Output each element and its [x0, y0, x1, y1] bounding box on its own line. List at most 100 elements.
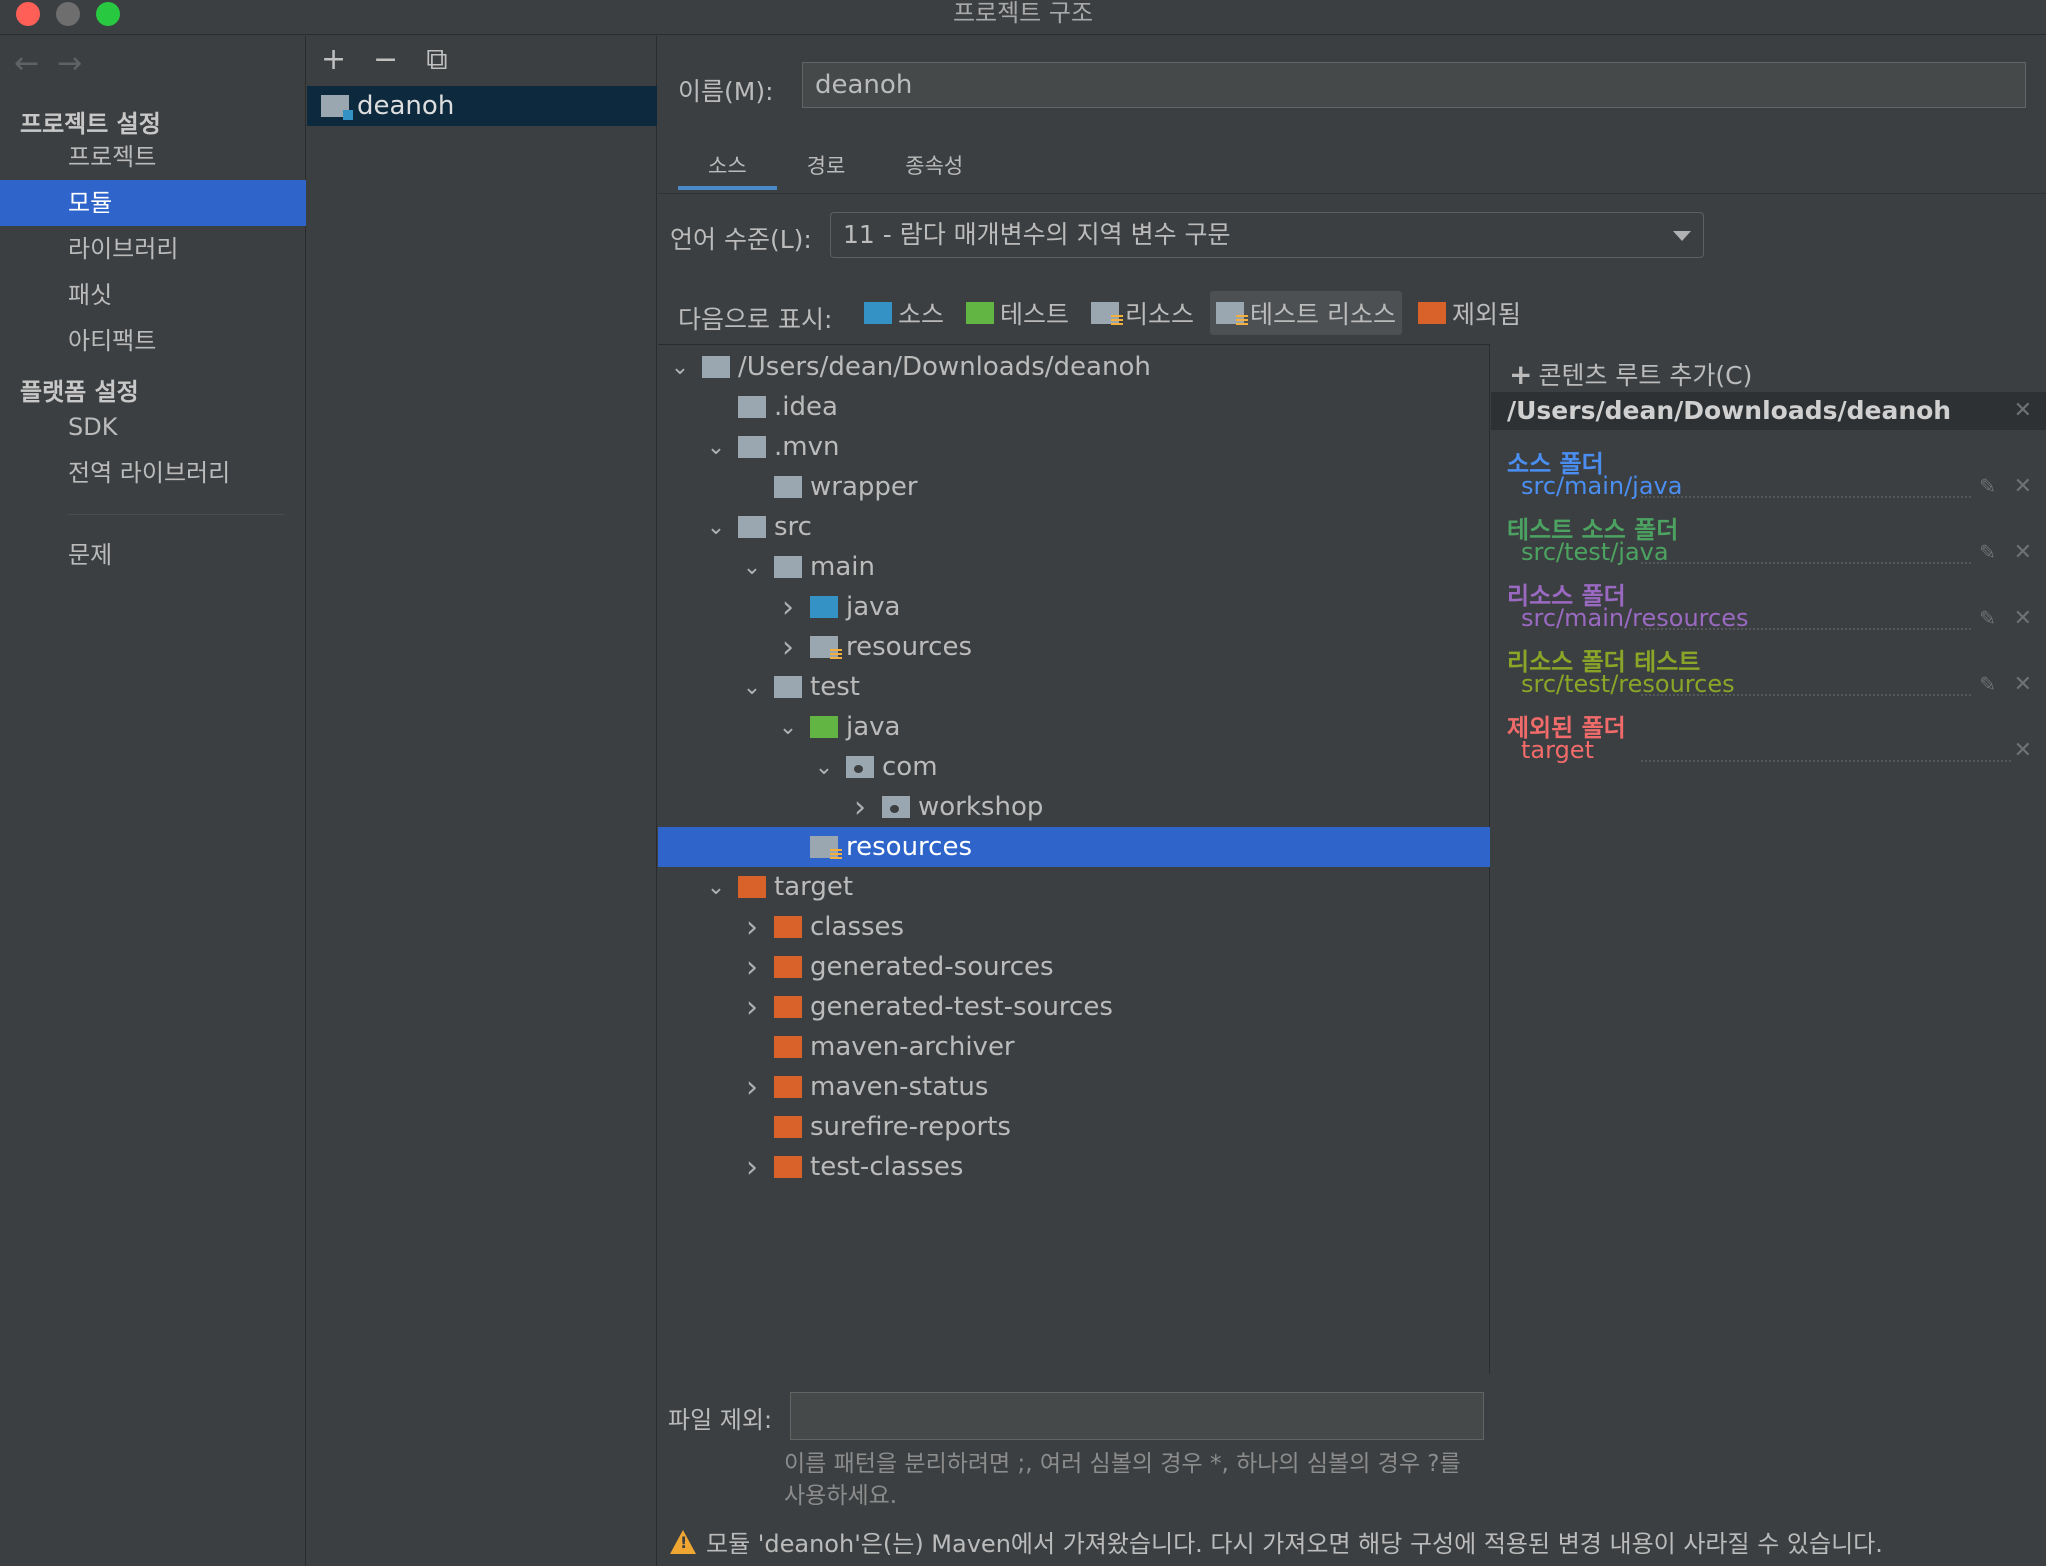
tree-node[interactable]: › classes — [658, 907, 1490, 947]
chevron-right-icon[interactable]: › — [846, 790, 874, 825]
tree-node[interactable]: › maven-status — [658, 1067, 1490, 1107]
module-settings-panel: 이름(M): deanoh 소스 경로 종속성 언어 수준(L): 11 - 람… — [658, 36, 2046, 1566]
remove-folder-icon[interactable]: ✕ — [2014, 606, 2032, 631]
content-root-path: /Users/dean/Downloads/deanoh — [1507, 396, 1952, 425]
module-item[interactable]: deanoh — [307, 86, 657, 126]
tree-node-label: classes — [810, 912, 905, 942]
tree-node[interactable]: surefire-reports — [658, 1107, 1490, 1147]
sidebar-item-libraries[interactable]: 라이브러리 — [0, 226, 306, 272]
sidebar-item-sdk[interactable]: SDK — [0, 404, 306, 450]
tree-node[interactable]: maven-archiver — [658, 1027, 1490, 1067]
chevron-down-icon[interactable]: ⌄ — [738, 675, 766, 700]
tab-paths[interactable]: 경로 — [777, 146, 876, 190]
dotted-leader — [1641, 496, 1971, 498]
add-content-root-button[interactable]: + 콘텐츠 루트 추가(C) — [1509, 356, 1752, 392]
tree-node[interactable]: › test-classes — [658, 1147, 1490, 1187]
sidebar-item-modules[interactable]: 모듈 — [0, 180, 306, 226]
mark-resources-button[interactable]: 리소스 — [1085, 291, 1200, 335]
edit-properties-icon[interactable]: ✎ — [1979, 672, 1996, 696]
module-name-input[interactable]: deanoh — [802, 62, 2026, 108]
tab-dependencies[interactable]: 종속성 — [875, 146, 993, 190]
tree-node-label: wrapper — [810, 472, 918, 502]
chevron-right-icon[interactable]: › — [738, 1070, 766, 1105]
chevron-down-icon[interactable]: ⌄ — [666, 355, 694, 380]
edit-properties-icon[interactable]: ✎ — [1979, 540, 1996, 564]
sidebar-item-problems[interactable]: 문제 — [0, 532, 306, 578]
folder-icon — [774, 676, 802, 698]
tree-node-label: resources — [846, 632, 973, 662]
chevron-right-icon[interactable]: › — [738, 910, 766, 945]
copy-module-icon[interactable]: ⧉ — [425, 42, 449, 82]
content-roots-panel: + 콘텐츠 루트 추가(C) /Users/dean/Downloads/dean… — [1491, 344, 2046, 1524]
exclude-files-input[interactable] — [790, 1392, 1484, 1440]
tree-node[interactable]: › java — [658, 587, 1490, 627]
chevron-right-icon[interactable]: › — [738, 950, 766, 985]
folder-icon — [702, 356, 730, 378]
tree-node-label: resources — [846, 832, 973, 862]
tree-node[interactable]: ⌄ .mvn — [658, 427, 1490, 467]
tree-node[interactable]: resources — [658, 827, 1490, 867]
chevron-down-icon[interactable]: ⌄ — [702, 435, 730, 460]
chevron-right-icon[interactable]: › — [738, 1150, 766, 1185]
mark-test-resources-button[interactable]: 테스트 리소스 — [1210, 291, 1402, 335]
sidebar-item-global-libraries[interactable]: 전역 라이브러리 — [0, 450, 306, 496]
sidebar-item-facets[interactable]: 패싯 — [0, 272, 306, 318]
remove-folder-icon[interactable]: ✕ — [2014, 540, 2032, 565]
folder-path[interactable]: target — [1521, 736, 1594, 764]
sidebar-item-artifacts[interactable]: 아티팩트 — [0, 318, 306, 364]
edit-properties-icon[interactable]: ✎ — [1979, 606, 1996, 630]
remove-content-root-icon[interactable]: ✕ — [2014, 392, 2032, 430]
tree-node[interactable]: ⌄ target — [658, 867, 1490, 907]
edit-properties-icon[interactable]: ✎ — [1979, 474, 1996, 498]
mark-excluded-label: 제외됨 — [1452, 300, 1522, 329]
chevron-right-icon[interactable]: › — [774, 590, 802, 625]
folder-icon — [774, 1156, 802, 1178]
language-level-label: 언어 수준(L): — [670, 225, 812, 254]
tree-node[interactable]: › workshop — [658, 787, 1490, 827]
tree-node[interactable]: › generated-sources — [658, 947, 1490, 987]
chevron-down-icon[interactable]: ⌄ — [702, 515, 730, 540]
content-tree[interactable]: ⌄ /Users/dean/Downloads/deanoh .idea ⌄ .mvn w… — [658, 344, 1490, 1374]
mark-tests-button[interactable]: 테스트 — [960, 291, 1075, 335]
tree-node[interactable]: .idea — [658, 387, 1490, 427]
chevron-down-icon[interactable]: ⌄ — [810, 755, 838, 780]
nav-back-forward[interactable]: ←→ — [14, 46, 100, 81]
mark-sources-button[interactable]: 소스 — [858, 291, 950, 335]
folder-icon — [774, 996, 802, 1018]
add-module-icon[interactable]: + — [321, 42, 346, 82]
tree-node-label: com — [882, 752, 938, 782]
remove-module-icon[interactable]: − — [373, 42, 398, 82]
tree-node-label: test-classes — [810, 1152, 964, 1182]
tree-node[interactable]: › resources — [658, 627, 1490, 667]
tree-node-label: src — [774, 512, 812, 542]
tree-node[interactable]: › generated-test-sources — [658, 987, 1490, 1027]
warning-text: 모듈 'deanoh'은(는) Maven에서 가져왔습니다. 다시 가져오면 … — [706, 1530, 1883, 1558]
tree-node-label: java — [846, 592, 901, 622]
chevron-down-icon[interactable]: ⌄ — [702, 875, 730, 900]
maven-import-warning: 모듈 'deanoh'은(는) Maven에서 가져왔습니다. 다시 가져오면 … — [670, 1524, 1883, 1559]
tree-node[interactable]: wrapper — [658, 467, 1490, 507]
folder-icon — [810, 836, 842, 861]
tree-node[interactable]: ⌄ java — [658, 707, 1490, 747]
chevron-down-icon[interactable]: ⌄ — [738, 555, 766, 580]
window-title: 프로젝트 구조 — [952, 0, 1094, 27]
language-level-select[interactable]: 11 - 람다 매개변수의 지역 변수 구문 — [830, 212, 1704, 258]
back-arrow-icon[interactable]: ← — [14, 46, 57, 81]
tree-node[interactable]: ⌄ main — [658, 547, 1490, 587]
mark-excluded-button[interactable]: 제외됨 — [1412, 291, 1527, 335]
chevron-right-icon[interactable]: › — [738, 990, 766, 1025]
sidebar-item-project[interactable]: 프로젝트 — [0, 134, 306, 180]
tree-node-label: generated-test-sources — [810, 992, 1113, 1022]
tab-sources[interactable]: 소스 — [678, 146, 777, 190]
tree-node[interactable]: ⌄ test — [658, 667, 1490, 707]
tree-node[interactable]: ⌄ src — [658, 507, 1490, 547]
tree-node[interactable]: ⌄ /Users/dean/Downloads/deanoh — [658, 347, 1490, 387]
tree-node[interactable]: ⌄ com — [658, 747, 1490, 787]
mark-as-label: 다음으로 표시: — [678, 305, 833, 334]
forward-arrow-icon[interactable]: → — [57, 46, 100, 81]
remove-folder-icon[interactable]: ✕ — [2014, 738, 2032, 763]
remove-folder-icon[interactable]: ✕ — [2014, 672, 2032, 697]
chevron-right-icon[interactable]: › — [774, 630, 802, 665]
chevron-down-icon[interactable]: ⌄ — [774, 715, 802, 740]
remove-folder-icon[interactable]: ✕ — [2014, 474, 2032, 499]
